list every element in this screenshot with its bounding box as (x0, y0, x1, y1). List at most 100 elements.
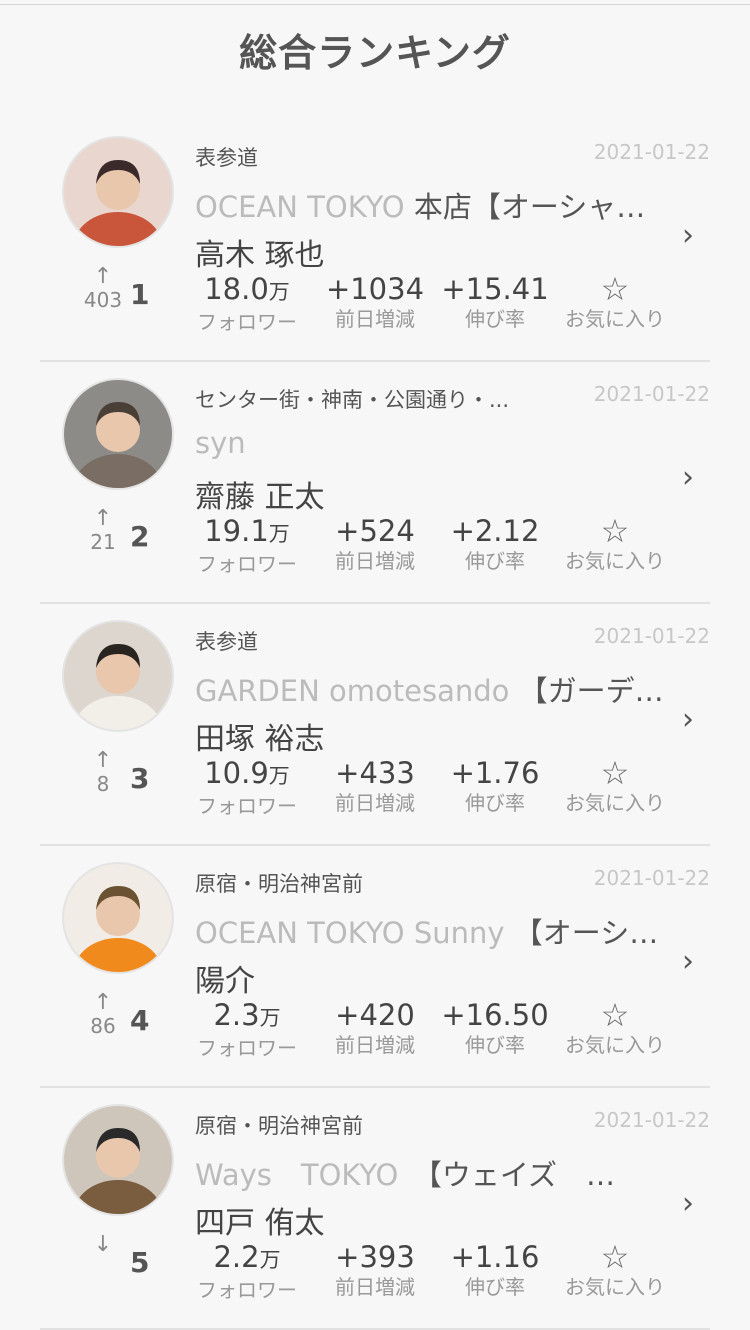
followers-unit: 万 (268, 764, 290, 788)
stylist-avatar[interactable] (62, 862, 174, 974)
daily-change-stat: +393 前日増減 (310, 1240, 440, 1300)
rank-number: 1 (130, 278, 150, 311)
favorite-button[interactable]: ☆ お気に入り (550, 272, 680, 332)
salon-name-en: OCEAN TOKYO Sunny (195, 916, 514, 950)
followers-label: フォロワー (197, 794, 297, 818)
growth-rate-stat: +16.50 伸び率 (430, 998, 560, 1058)
salon-name-jp: 【ウェイズ … (427, 1158, 615, 1192)
daily-change-label: 前日増減 (335, 307, 415, 331)
daily-change-label: 前日増減 (335, 549, 415, 573)
favorite-button[interactable]: ☆ お気に入り (550, 1240, 680, 1300)
growth-rate-label: 伸び率 (465, 791, 525, 815)
chevron-right-icon[interactable]: › (682, 218, 694, 253)
area-label: 原宿・明治神宮前 (195, 872, 363, 896)
chevron-right-icon[interactable]: › (682, 460, 694, 495)
stylist-avatar[interactable] (62, 136, 174, 248)
stylist-avatar[interactable] (62, 1104, 174, 1216)
rank-delta: 8 (96, 772, 110, 796)
followers-stat: 2.2万 フォロワー (182, 1240, 312, 1303)
growth-rate-value: +15.41 (441, 272, 549, 306)
favorite-button[interactable]: ☆ お気に入り (550, 756, 680, 816)
date-label: 2021-01-22 (593, 866, 710, 890)
avatar-photo-icon (64, 380, 172, 488)
salon-name: GARDEN omotesando 【ガーデ… (195, 668, 665, 710)
daily-change-value: +393 (335, 1240, 415, 1274)
salon-name-jp: 【ガーデ… (518, 674, 664, 708)
daily-change-value: +420 (335, 998, 415, 1032)
rank-delta: 86 (90, 1014, 116, 1038)
rank-arrow-icon: ↑ (93, 990, 113, 1015)
star-icon[interactable]: ☆ (550, 514, 680, 548)
followers-value: 2.3 (213, 998, 260, 1032)
star-icon[interactable]: ☆ (550, 272, 680, 306)
salon-name: OCEAN TOKYO Sunny 【オーシ… (195, 910, 665, 952)
date-label: 2021-01-22 (593, 1108, 710, 1132)
followers-value: 18.0 (204, 272, 269, 306)
followers-value: 2.2 (213, 1240, 260, 1274)
followers-stat: 18.0万 フォロワー (182, 272, 312, 335)
followers-label: フォロワー (197, 552, 297, 576)
stylist-avatar[interactable] (62, 620, 174, 732)
area-label: 原宿・明治神宮前 (195, 1114, 363, 1138)
avatar-photo-icon (64, 864, 172, 972)
rank-change: ↑ 403 (78, 264, 128, 313)
growth-rate-label: 伸び率 (465, 1033, 525, 1057)
followers-value: 19.1 (204, 514, 269, 548)
daily-change-value: +433 (335, 756, 415, 790)
favorite-button[interactable]: ☆ お気に入り (550, 998, 680, 1058)
growth-rate-stat: +1.76 伸び率 (430, 756, 560, 816)
salon-name-en: GARDEN omotesando (195, 674, 519, 708)
favorite-label: お気に入り (565, 307, 665, 331)
avatar-photo-icon (64, 1106, 172, 1214)
salon-name-jp: 本店【オーシャ… (413, 190, 646, 224)
salon-name-en: OCEAN TOKYO (195, 190, 414, 224)
area-label: センター街・神南・公園通り・... (195, 388, 510, 412)
star-icon[interactable]: ☆ (550, 998, 680, 1032)
star-icon[interactable]: ☆ (550, 1240, 680, 1274)
rank-arrow-icon: ↑ (93, 506, 113, 531)
followers-label: フォロワー (197, 1278, 297, 1302)
rank-change: ↓ (78, 1234, 128, 1256)
avatar-photo-icon (64, 138, 172, 246)
daily-change-label: 前日増減 (335, 791, 415, 815)
followers-stat: 10.9万 フォロワー (182, 756, 312, 819)
rank-number: 3 (130, 762, 150, 795)
rank-arrow-icon: ↑ (93, 748, 113, 773)
ranking-card[interactable]: ↑ 86 4 原宿・明治神宮前 2021-01-22 OCEAN TOKYO S… (0, 846, 750, 1088)
daily-change-label: 前日増減 (335, 1033, 415, 1057)
growth-rate-value: +1.16 (450, 1240, 540, 1274)
ranking-card[interactable]: ↑ 21 2 センター街・神南・公園通り・... 2021-01-22 syn … (0, 362, 750, 604)
salon-name: OCEAN TOKYO 本店【オーシャ… (195, 184, 665, 226)
followers-value: 10.9 (204, 756, 269, 790)
chevron-right-icon[interactable]: › (682, 944, 694, 979)
daily-change-value: +524 (335, 514, 415, 548)
growth-rate-stat: +2.12 伸び率 (430, 514, 560, 574)
date-label: 2021-01-22 (593, 140, 710, 164)
followers-stat: 19.1万 フォロワー (182, 514, 312, 577)
daily-change-stat: +433 前日増減 (310, 756, 440, 816)
ranking-card[interactable]: ↑ 8 3 表参道 2021-01-22 GARDEN omotesando 【… (0, 604, 750, 846)
favorite-label: お気に入り (565, 549, 665, 573)
star-icon[interactable]: ☆ (550, 756, 680, 790)
favorite-button[interactable]: ☆ お気に入り (550, 514, 680, 574)
salon-name: Ways TOKYO 【ウェイズ … (195, 1152, 665, 1194)
rank-delta: 21 (90, 530, 116, 554)
rank-arrow-icon: ↑ (93, 264, 113, 289)
stylist-name: 四戸 侑太 (195, 1206, 325, 1241)
followers-unit: 万 (268, 522, 290, 546)
growth-rate-stat: +1.16 伸び率 (430, 1240, 560, 1300)
followers-unit: 万 (259, 1248, 281, 1272)
salon-name-en: Ways TOKYO (195, 1158, 428, 1192)
chevron-right-icon[interactable]: › (682, 1186, 694, 1221)
date-label: 2021-01-22 (593, 382, 710, 406)
stylist-name: 高木 琢也 (195, 238, 325, 273)
ranking-card[interactable]: ↓ 5 原宿・明治神宮前 2021-01-22 Ways TOKYO 【ウェイズ… (0, 1088, 750, 1330)
rank-change: ↑ 8 (78, 748, 128, 797)
chevron-right-icon[interactable]: › (682, 702, 694, 737)
followers-unit: 万 (268, 280, 290, 304)
growth-rate-value: +1.76 (450, 756, 540, 790)
stylist-avatar[interactable] (62, 378, 174, 490)
followers-label: フォロワー (197, 310, 297, 334)
ranking-card[interactable]: ↑ 403 1 表参道 2021-01-22 OCEAN TOKYO 本店【オー… (0, 120, 750, 362)
date-label: 2021-01-22 (593, 624, 710, 648)
